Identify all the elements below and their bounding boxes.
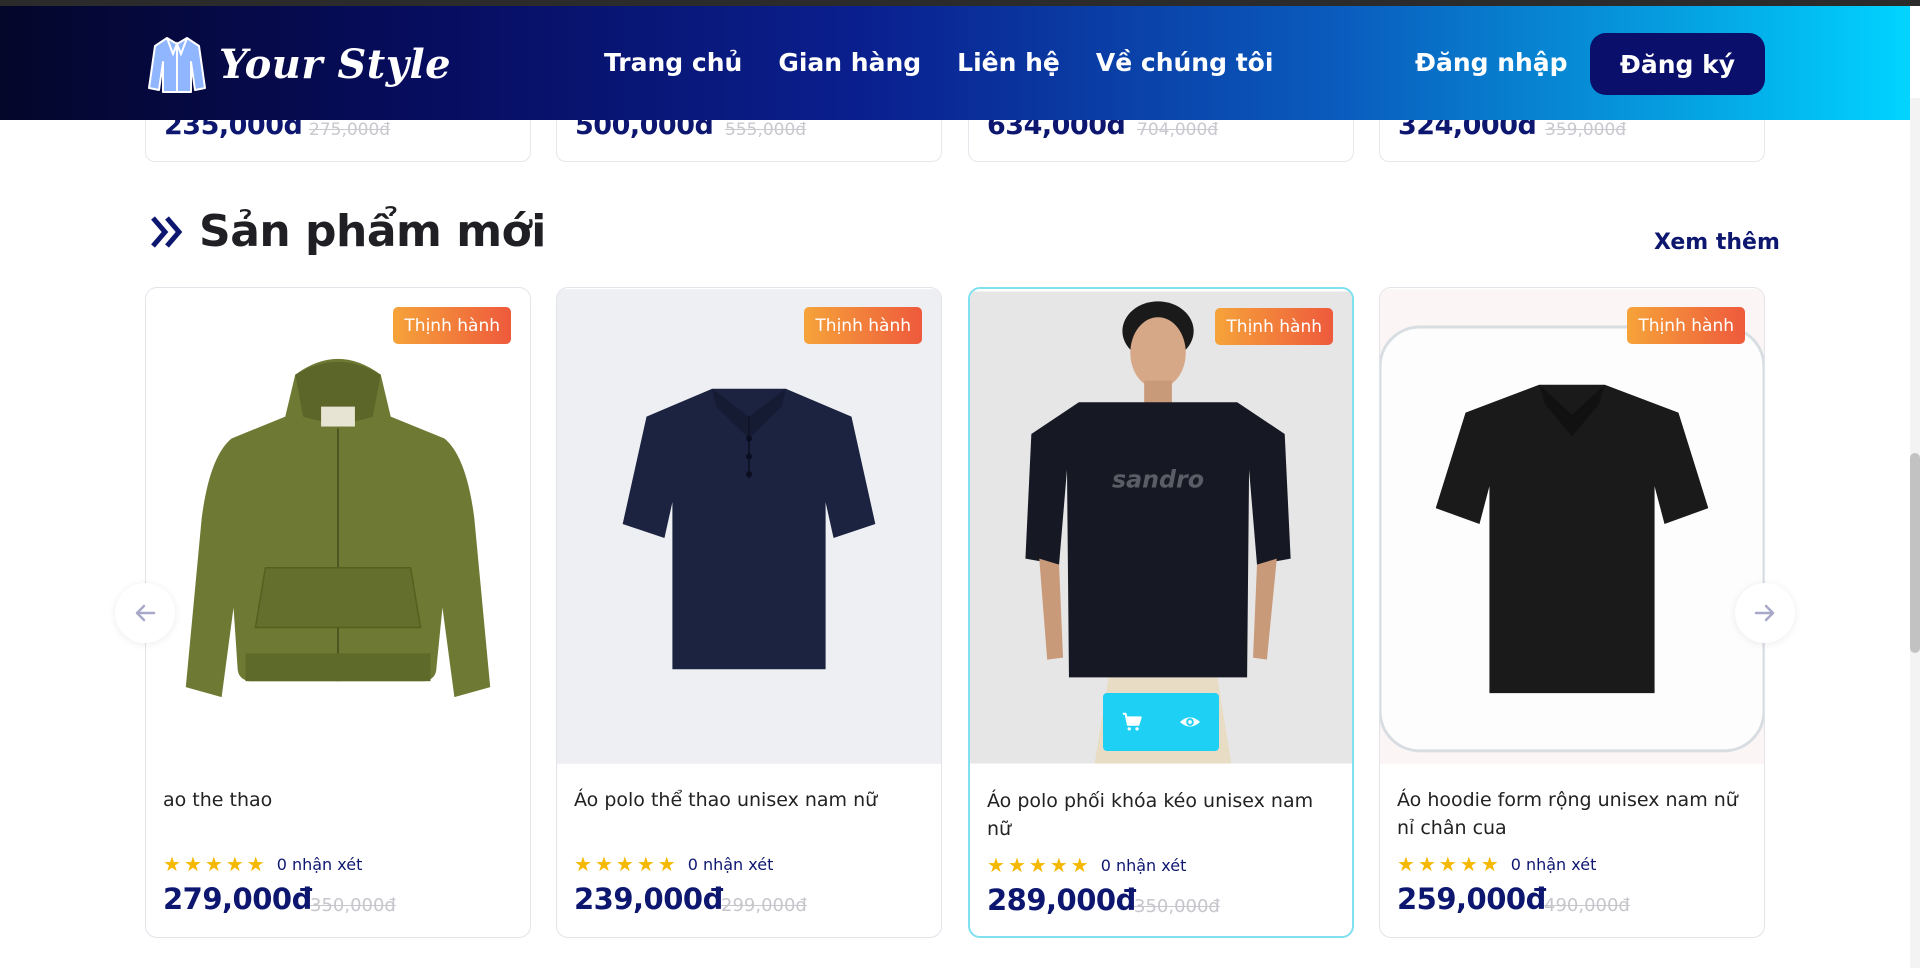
star-icon: ★ [1049, 853, 1068, 877]
star-icon: ★ [636, 852, 655, 876]
star-icon: ★ [1007, 853, 1026, 877]
star-icon: ★ [163, 852, 181, 876]
nav-shop[interactable]: Gian hàng [778, 48, 921, 77]
site-header: Your Style Trang chủ Gian hàng Liên hệ V… [0, 6, 1910, 120]
quick-actions [1103, 693, 1219, 751]
product-image-black-polo[interactable] [1380, 288, 1764, 765]
double-chevron-right-icon [151, 215, 183, 248]
trending-badge: Thịnh hành [804, 307, 922, 344]
star-icon: ★ [987, 853, 1005, 877]
tee-print-text: sandro [1112, 465, 1204, 493]
star-icon: ★ [246, 852, 265, 876]
nav-home[interactable]: Trang chủ [604, 48, 742, 77]
product-price: 289,000đ [987, 883, 1136, 917]
star-icon: ★ [657, 852, 676, 876]
arrow-left-icon [135, 604, 156, 622]
review-count: 0 nhận xét [276, 854, 363, 874]
product-card[interactable]: Thịnh hành Áo hoodie form rộng unisex na… [1379, 287, 1765, 938]
trending-badge: Thịnh hành [393, 307, 511, 344]
carousel-prev-button[interactable] [115, 583, 175, 643]
logo[interactable]: Your Style [145, 32, 451, 96]
product-card[interactable]: Thịnh hành ao the thao ★ ★ ★ ★ ★ 0 nhận … [145, 287, 531, 938]
star-icon: ★ [615, 852, 634, 876]
star-icon: ★ [204, 852, 223, 876]
brand-name: Your Style [219, 40, 452, 88]
eye-icon [1179, 717, 1201, 727]
trending-badge: Thịnh hành [1627, 307, 1745, 344]
product-old-price: 490,000đ [1544, 895, 1630, 916]
star-icon: ★ [183, 852, 202, 876]
product-name[interactable]: Áo polo thể thao unisex nam nữ [574, 786, 927, 814]
product-old-price: 275,000đ [309, 120, 391, 140]
product-old-price: 704,000đ [1137, 120, 1219, 140]
product-price: 239,000đ [574, 882, 723, 916]
product-name[interactable]: Áo polo phối khóa kéo unisex nam nữ [987, 787, 1338, 843]
star-icon: ★ [225, 852, 244, 876]
product-old-price: 350,000đ [310, 895, 396, 916]
product-card[interactable]: sandro Thịnh hành Áo polo phối khóa kéo … [968, 287, 1354, 938]
arrow-right-icon [1754, 604, 1775, 622]
star-icon: ★ [594, 852, 613, 876]
star-icon: ★ [1438, 852, 1457, 876]
product-name[interactable]: Áo hoodie form rộng unisex nam nữ nỉ châ… [1397, 786, 1750, 842]
review-count: 0 nhận xét [1510, 854, 1597, 874]
see-more-link[interactable]: Xem thêm [1654, 230, 1780, 255]
login-link[interactable]: Đăng nhập [1415, 48, 1568, 77]
star-rating: ★ ★ ★ ★ ★ 0 nhận xét [1397, 854, 1596, 874]
section-title: Sản phẩm mới [199, 206, 546, 257]
star-icon: ★ [574, 852, 592, 876]
product-name[interactable]: ao the thao [163, 786, 516, 814]
star-icon: ★ [1070, 853, 1089, 877]
nav-contact[interactable]: Liên hệ [957, 48, 1060, 77]
product-old-price: 555,000đ [725, 120, 807, 140]
product-image-olive-hoodie[interactable] [146, 288, 530, 765]
star-rating: ★ ★ ★ ★ ★ 0 nhận xét [987, 855, 1186, 875]
star-icon: ★ [1417, 852, 1436, 876]
top-edge [0, 0, 1920, 6]
star-rating: ★ ★ ★ ★ ★ 0 nhận xét [574, 854, 773, 874]
register-button[interactable]: Đăng ký [1590, 33, 1765, 95]
review-count: 0 nhận xét [1100, 855, 1187, 875]
product-price: 279,000đ [163, 882, 312, 916]
product-old-price: 350,000đ [1134, 896, 1220, 917]
quick-view-button[interactable] [1161, 693, 1219, 751]
product-old-price: 299,000đ [721, 895, 807, 916]
star-icon: ★ [1028, 853, 1047, 877]
add-to-cart-button[interactable] [1103, 693, 1161, 751]
star-icon: ★ [1480, 852, 1499, 876]
product-image-navy-polo[interactable] [557, 288, 941, 765]
review-count: 0 nhận xét [687, 854, 774, 874]
star-icon: ★ [1459, 852, 1478, 876]
product-price: 259,000đ [1397, 882, 1546, 916]
star-icon: ★ [1397, 852, 1415, 876]
trending-badge: Thịnh hành [1215, 308, 1333, 345]
cart-icon [1122, 712, 1142, 731]
product-old-price: 359,000đ [1545, 120, 1627, 140]
jacket-logo-icon [148, 37, 206, 93]
carousel-next-button[interactable] [1735, 583, 1795, 643]
product-card[interactable]: Thịnh hành Áo polo thể thao unisex nam n… [556, 287, 942, 938]
page-scrollbar-thumb[interactable] [1910, 453, 1920, 653]
nav-about[interactable]: Về chúng tôi [1096, 48, 1274, 77]
star-rating: ★ ★ ★ ★ ★ 0 nhận xét [163, 854, 362, 874]
section-heading: Sản phẩm mới [147, 206, 546, 257]
main-nav: Trang chủ Gian hàng Liên hệ Về chúng tôi [604, 48, 1273, 77]
